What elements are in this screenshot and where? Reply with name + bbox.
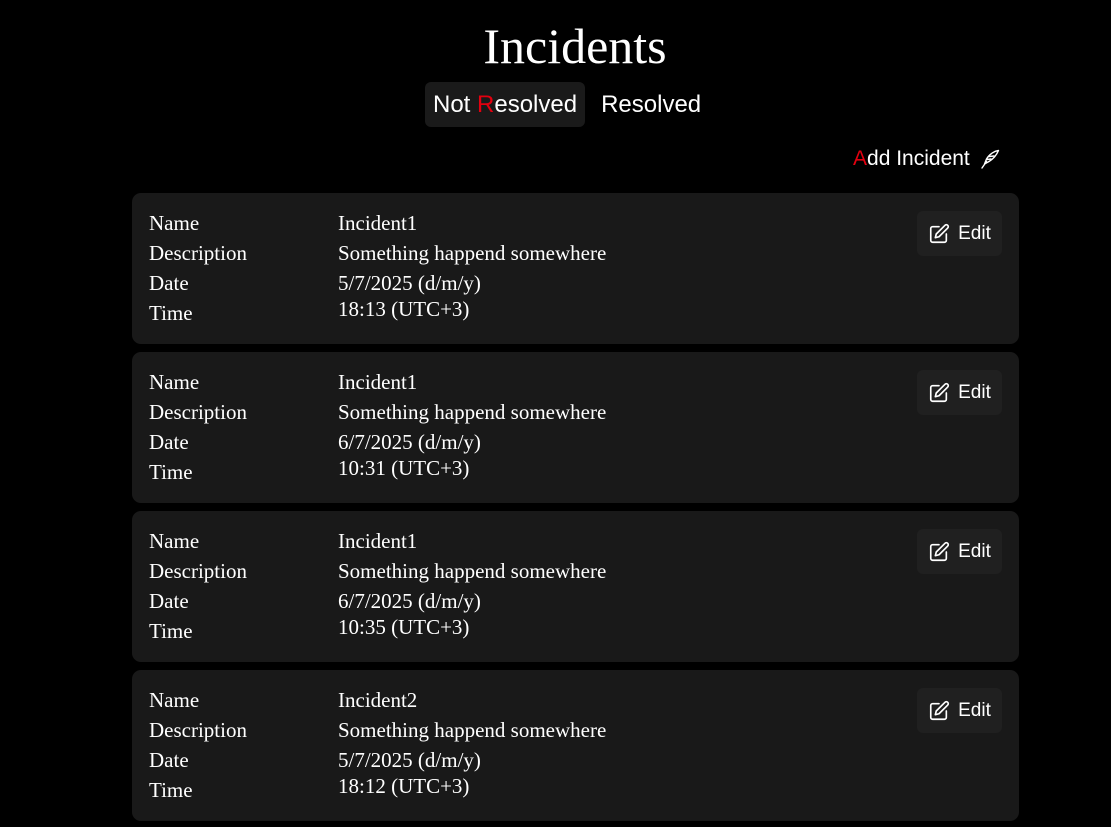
incident-card: Name Incident1 Description Something hap… [132, 193, 1019, 344]
incident-list: Name Incident1 Description Something hap… [132, 193, 1019, 827]
description-label: Description [149, 400, 247, 424]
incident-description: Something happend somewhere [338, 400, 607, 424]
tab-not-resolved-prefix: Not [433, 91, 478, 118]
date-label: Date [149, 748, 189, 772]
edit-icon [928, 700, 950, 722]
feather-pen-icon [978, 147, 1002, 171]
tab-not-resolved[interactable]: Not Resolved [425, 82, 586, 127]
time-label: Time [149, 301, 193, 325]
description-label: Description [149, 559, 247, 583]
incident-name: Incident2 [338, 688, 418, 712]
edit-button[interactable]: Edit [917, 688, 1002, 733]
edit-button[interactable]: Edit [917, 370, 1002, 415]
edit-icon [928, 541, 950, 563]
name-label: Name [149, 529, 200, 553]
page-title: Incidents [483, 18, 667, 74]
name-label: Name [149, 688, 200, 712]
tab-resolved[interactable]: Resolved [593, 82, 709, 127]
incident-time: 18:12 (UTC+3) [338, 774, 470, 798]
name-label: Name [149, 370, 200, 394]
time-label: Time [149, 619, 193, 643]
name-label: Name [149, 211, 200, 235]
add-incident-button[interactable]: Add Incident [853, 145, 1002, 173]
edit-label: Edit [958, 222, 991, 244]
date-label: Date [149, 430, 189, 454]
description-label: Description [149, 241, 247, 265]
date-label: Date [149, 271, 189, 295]
incident-time: 10:31 (UTC+3) [338, 456, 470, 480]
status-tabs: Not Resolved Resolved [425, 82, 709, 127]
incident-time: 10:35 (UTC+3) [338, 615, 470, 639]
edit-label: Edit [958, 381, 991, 403]
edit-icon [928, 223, 950, 245]
time-label: Time [149, 460, 193, 484]
add-incident-accent-letter: A [853, 147, 868, 170]
incident-date: 6/7/2025 (d/m/y) [338, 589, 481, 613]
incident-name: Incident1 [338, 370, 418, 394]
tab-not-resolved-accent-letter: R [477, 91, 495, 118]
edit-button[interactable]: Edit [917, 211, 1002, 256]
date-label: Date [149, 589, 189, 613]
incident-date: 5/7/2025 (d/m/y) [338, 271, 481, 295]
edit-label: Edit [958, 540, 991, 562]
incident-card: Name Incident2 Description Something hap… [132, 670, 1019, 821]
add-incident-label: dd Incident [867, 147, 970, 170]
incident-date: 6/7/2025 (d/m/y) [338, 430, 481, 454]
incident-description: Something happend somewhere [338, 559, 607, 583]
tab-not-resolved-rest: esolved [494, 91, 578, 118]
time-label: Time [149, 778, 193, 802]
edit-icon [928, 382, 950, 404]
incident-description: Something happend somewhere [338, 241, 607, 265]
edit-label: Edit [958, 699, 991, 721]
incident-name: Incident1 [338, 529, 418, 553]
incident-card: Name Incident1 Description Something hap… [132, 352, 1019, 503]
incident-date: 5/7/2025 (d/m/y) [338, 748, 481, 772]
description-label: Description [149, 718, 247, 742]
edit-button[interactable]: Edit [917, 529, 1002, 574]
incident-description: Something happend somewhere [338, 718, 607, 742]
incident-name: Incident1 [338, 211, 418, 235]
incident-card: Name Incident1 Description Something hap… [132, 511, 1019, 662]
incident-time: 18:13 (UTC+3) [338, 297, 470, 321]
